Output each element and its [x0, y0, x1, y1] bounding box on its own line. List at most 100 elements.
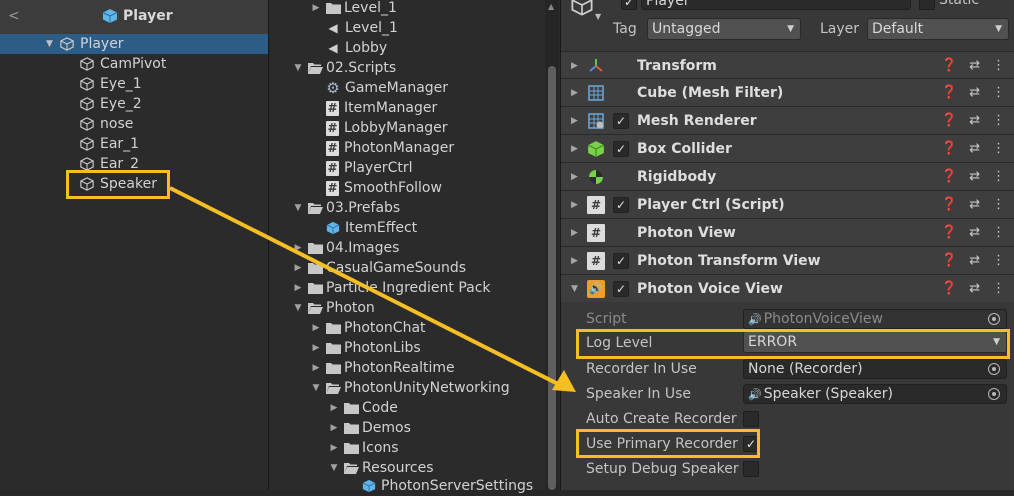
- expanded-arrow-icon[interactable]: ▼: [292, 203, 304, 213]
- component-transform[interactable]: ▶ Transform ❓ ⇄ ⋮: [561, 51, 1014, 79]
- project-item-script[interactable]: # PhotonManager: [326, 138, 454, 158]
- enabled-checkbox[interactable]: ✓: [613, 280, 629, 297]
- component-mesh-filter[interactable]: ▶ Cube (Mesh Filter) ❓ ⇄ ⋮: [561, 78, 1014, 106]
- project-item-folder[interactable]: ▶ Particle Ingredient Pack: [292, 278, 491, 298]
- preset-icon[interactable]: ⇄: [969, 169, 980, 184]
- preset-icon[interactable]: ⇄: [969, 253, 980, 268]
- hierarchy-item-eye-2[interactable]: Eye_2: [0, 94, 268, 114]
- collapsed-arrow-icon[interactable]: ▶: [292, 243, 304, 253]
- active-checkbox[interactable]: ✓: [621, 0, 637, 10]
- collapsed-arrow-icon[interactable]: ▶: [328, 403, 340, 413]
- expanded-arrow-icon[interactable]: ▼: [310, 383, 322, 393]
- project-item-folder[interactable]: ▼ Photon: [292, 298, 375, 318]
- object-picker-icon[interactable]: [988, 388, 1000, 400]
- help-icon[interactable]: ❓: [941, 281, 957, 296]
- project-item-folder[interactable]: ▶ PhotonRealtime: [310, 358, 455, 378]
- speaker-in-use-field[interactable]: 🔊 Speaker (Speaker): [743, 384, 1007, 404]
- expanded-arrow-icon[interactable]: ▼: [292, 63, 304, 73]
- help-icon[interactable]: ❓: [941, 113, 957, 128]
- project-item-folder[interactable]: ▶ PhotonLibs: [310, 338, 421, 358]
- collapsed-arrow-icon[interactable]: ▶: [571, 88, 578, 98]
- object-picker-icon[interactable]: [988, 363, 1000, 375]
- component-photon-transform-view[interactable]: ▶ # ✓ Photon Transform View ❓ ⇄ ⋮: [561, 246, 1014, 274]
- help-icon[interactable]: ❓: [941, 225, 957, 240]
- object-name-field[interactable]: Player: [641, 0, 911, 10]
- expanded-arrow-icon[interactable]: ▼: [292, 303, 304, 313]
- project-item-folder[interactable]: ▼ PhotonUnityNetworking: [310, 378, 510, 398]
- collapsed-arrow-icon[interactable]: ▶: [310, 343, 322, 353]
- project-item-folder[interactable]: ▶ 04.Images: [292, 238, 400, 258]
- collapsed-arrow-icon[interactable]: ▶: [328, 443, 340, 453]
- hierarchy-item-campivot[interactable]: CamPivot: [0, 54, 268, 74]
- project-item-folder[interactable]: ▼ 02.Scripts: [292, 58, 397, 78]
- help-icon[interactable]: ❓: [941, 141, 957, 156]
- static-checkbox[interactable]: [919, 0, 935, 10]
- expanded-arrow-icon[interactable]: ▼: [571, 284, 578, 294]
- back-arrow-icon[interactable]: <: [8, 8, 20, 24]
- hierarchy-item-ear-1[interactable]: Ear_1: [0, 134, 268, 154]
- project-item-scene[interactable]: ◀ Level_1: [326, 18, 398, 38]
- recorder-in-use-field[interactable]: None (Recorder): [743, 359, 1007, 379]
- collapsed-arrow-icon[interactable]: ▶: [292, 263, 304, 273]
- project-item-prefab[interactable]: PhotonServerSettings: [362, 476, 533, 496]
- collapsed-arrow-icon[interactable]: ▶: [571, 228, 578, 238]
- preset-icon[interactable]: ⇄: [969, 281, 980, 296]
- icon-dropdown-arrow-icon[interactable]: ▼: [595, 12, 601, 21]
- project-item-prefab[interactable]: ItemEffect: [326, 218, 417, 238]
- project-item-folder[interactable]: ▶ Code: [328, 398, 398, 418]
- more-menu-icon[interactable]: ⋮: [992, 85, 1005, 100]
- setup-debug-speaker-checkbox[interactable]: [743, 461, 759, 477]
- more-menu-icon[interactable]: ⋮: [992, 113, 1005, 128]
- project-item-folder[interactable]: ▶ Level_1: [310, 0, 397, 18]
- enabled-checkbox[interactable]: ✓: [613, 140, 629, 157]
- scroll-up-icon[interactable]: ▲: [548, 2, 556, 11]
- enabled-checkbox[interactable]: ✓: [613, 112, 629, 129]
- enabled-checkbox[interactable]: ✓: [613, 252, 629, 269]
- collapsed-arrow-icon[interactable]: ▶: [571, 172, 578, 182]
- project-item-script[interactable]: ⚙ GameManager: [326, 78, 448, 98]
- project-item-folder[interactable]: ▶ PhotonChat: [310, 318, 426, 338]
- project-item-folder[interactable]: ▶ Icons: [328, 438, 399, 458]
- preset-icon[interactable]: ⇄: [969, 58, 980, 73]
- help-icon[interactable]: ❓: [941, 58, 957, 73]
- scrollbar-thumb[interactable]: [548, 66, 556, 490]
- more-menu-icon[interactable]: ⋮: [992, 58, 1005, 73]
- more-menu-icon[interactable]: ⋮: [992, 169, 1005, 184]
- collapsed-arrow-icon[interactable]: ▶: [571, 61, 578, 71]
- help-icon[interactable]: ❓: [941, 253, 957, 268]
- object-picker-icon[interactable]: [988, 313, 1000, 325]
- auto-create-recorder-checkbox[interactable]: [743, 411, 759, 427]
- project-item-scene[interactable]: ◀ Lobby: [326, 38, 387, 58]
- project-item-folder[interactable]: ▶ CasualGameSounds: [292, 258, 467, 278]
- help-icon[interactable]: ❓: [941, 85, 957, 100]
- preset-icon[interactable]: ⇄: [969, 113, 980, 128]
- tag-dropdown[interactable]: Untagged ▼: [647, 18, 801, 40]
- collapsed-arrow-icon[interactable]: ▶: [571, 200, 578, 210]
- collapsed-arrow-icon[interactable]: ▶: [571, 256, 578, 266]
- collapsed-arrow-icon[interactable]: ▶: [571, 116, 578, 126]
- expanded-arrow-icon[interactable]: ▼: [328, 463, 340, 473]
- component-box-collider[interactable]: ▶ ✓ Box Collider ❓ ⇄ ⋮: [561, 134, 1014, 162]
- help-icon[interactable]: ❓: [941, 197, 957, 212]
- expand-arrow-icon[interactable]: ▼: [46, 39, 60, 49]
- more-menu-icon[interactable]: ⋮: [992, 197, 1005, 212]
- project-item-script[interactable]: # ItemManager: [326, 98, 437, 118]
- collapsed-arrow-icon[interactable]: ▶: [310, 3, 322, 13]
- more-menu-icon[interactable]: ⋮: [992, 253, 1005, 268]
- preset-icon[interactable]: ⇄: [969, 197, 980, 212]
- hierarchy-item-eye-1[interactable]: Eye_1: [0, 74, 268, 94]
- project-item-folder[interactable]: ▼ 03.Prefabs: [292, 198, 401, 218]
- collapsed-arrow-icon[interactable]: ▶: [571, 144, 578, 154]
- project-item-script[interactable]: # LobbyManager: [326, 118, 448, 138]
- component-player-ctrl[interactable]: ▶ # ✓ Player Ctrl (Script) ❓ ⇄ ⋮: [561, 190, 1014, 218]
- project-item-folder[interactable]: ▶ Demos: [328, 418, 411, 438]
- component-mesh-renderer[interactable]: ▶ ✓ Mesh Renderer ❓ ⇄ ⋮: [561, 106, 1014, 134]
- preset-icon[interactable]: ⇄: [969, 225, 980, 240]
- collapsed-arrow-icon[interactable]: ▶: [310, 363, 322, 373]
- project-scrollbar[interactable]: ▲: [545, 0, 559, 490]
- more-menu-icon[interactable]: ⋮: [992, 225, 1005, 240]
- component-photon-view[interactable]: ▶ # Photon View ❓ ⇄ ⋮: [561, 218, 1014, 246]
- preset-icon[interactable]: ⇄: [969, 141, 980, 156]
- enabled-checkbox[interactable]: ✓: [613, 196, 629, 213]
- more-menu-icon[interactable]: ⋮: [992, 281, 1005, 296]
